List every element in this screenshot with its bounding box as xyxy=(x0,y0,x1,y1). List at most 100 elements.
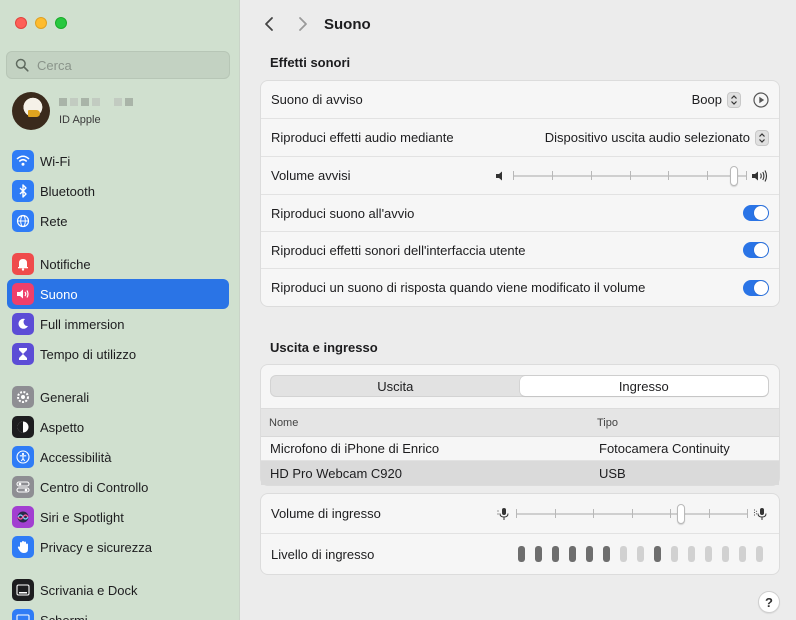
table-row-selected[interactable]: HD Pro Webcam C920 USB xyxy=(261,461,779,485)
play-effects-row: Riproduci effetti audio mediante Disposi… xyxy=(261,119,779,157)
sidebar-item-scrivania-e-dock[interactable]: Scrivania e Dock xyxy=(7,575,229,605)
tab-output[interactable]: Uscita xyxy=(271,376,520,396)
minimize-window-button[interactable] xyxy=(35,17,47,29)
device-name: HD Pro Webcam C920 xyxy=(270,465,402,481)
play-effects-popup[interactable]: Dispositivo uscita audio selezionato xyxy=(545,129,769,146)
sidebar-group: Wi-Fi Bluetooth Rete xyxy=(7,146,229,236)
slider-tick xyxy=(746,170,747,180)
slider-knob[interactable] xyxy=(730,165,738,186)
input-volume-label: Volume di ingresso xyxy=(271,506,381,521)
play-alert-button[interactable] xyxy=(753,91,769,108)
sidebar-item-tempo-di-utilizzo[interactable]: Tempo di utilizzo xyxy=(7,339,229,369)
level-bar xyxy=(705,546,712,562)
sidebar-item-privacy-e-sicurezza[interactable]: Privacy e sicurezza xyxy=(7,532,229,562)
zoom-window-button[interactable] xyxy=(55,17,67,29)
sidebar-item-label: Tempo di utilizzo xyxy=(40,346,137,362)
siri-icon xyxy=(12,506,34,528)
sidebar-item-bluetooth[interactable]: Bluetooth xyxy=(7,176,229,206)
sidebar-item-notifiche[interactable]: Notifiche xyxy=(7,249,229,279)
input-level-meter xyxy=(518,546,763,562)
sidebar-item-label: Wi-Fi xyxy=(40,153,71,169)
section-title-output-input: Uscita e ingresso xyxy=(270,340,378,355)
column-header-name[interactable]: Nome xyxy=(261,417,590,429)
table-header: Nome Tipo xyxy=(261,409,779,437)
level-bar xyxy=(535,546,542,562)
sidebar-item-label: Generali xyxy=(40,389,90,405)
search-input[interactable] xyxy=(37,57,217,73)
sidebar-item-label: Privacy e sicurezza xyxy=(40,539,152,555)
search-field[interactable] xyxy=(6,51,230,79)
input-level-label: Livello di ingresso xyxy=(271,546,375,562)
sound-effects-group: Suono di avviso Boop Riproduci effetti a… xyxy=(260,80,780,307)
sidebar-item-label: Aspetto xyxy=(40,419,85,435)
sidebar-item-schermi[interactable]: Schermi xyxy=(7,605,229,620)
input-volume-slider[interactable] xyxy=(516,503,748,524)
column-header-type[interactable]: Tipo xyxy=(590,417,779,429)
play-circle-icon xyxy=(753,91,769,108)
sidebar-item-suono[interactable]: Suono xyxy=(7,279,229,309)
input-devices-table: Nome Tipo Microfono di iPhone di Enrico … xyxy=(260,408,780,486)
slider-tick xyxy=(555,508,556,518)
level-bar xyxy=(586,546,593,562)
appearance-icon xyxy=(12,416,34,438)
close-window-button[interactable] xyxy=(15,17,27,29)
slider-tick xyxy=(591,170,592,180)
slider-tick xyxy=(707,170,708,180)
level-bar xyxy=(518,546,525,562)
alert-sound-popup[interactable]: Boop xyxy=(692,91,741,108)
slider-tick xyxy=(630,170,631,180)
window-controls xyxy=(15,17,67,29)
sidebar-item-aspetto[interactable]: Aspetto xyxy=(7,412,229,442)
hand-icon xyxy=(12,536,34,558)
updown-chevron-icon xyxy=(727,91,741,108)
startup-sound-label: Riproduci suono all'avvio xyxy=(271,205,415,221)
sidebar-item-wi-fi[interactable]: Wi-Fi xyxy=(7,146,229,176)
startup-sound-toggle[interactable] xyxy=(743,205,769,221)
volume-feedback-label: Riproduci un suono di risposta quando vi… xyxy=(271,280,646,295)
sidebar-item-centro-di-controllo[interactable]: Centro di Controllo xyxy=(7,472,229,502)
sidebar-item-full-immersion[interactable]: Full immersion xyxy=(7,309,229,339)
level-bar xyxy=(756,546,763,562)
level-bar xyxy=(569,546,576,562)
slider-tick xyxy=(747,508,748,518)
device-type: Fotocamera Continuity xyxy=(599,441,730,456)
table-row[interactable]: Microfono di iPhone di Enrico Fotocamera… xyxy=(261,437,779,461)
sidebar-item-accessibilit[interactable]: Accessibilità xyxy=(7,442,229,472)
alert-volume-row: Volume avvisi xyxy=(261,157,779,195)
moon-icon xyxy=(12,313,34,335)
device-name: Microfono di iPhone di Enrico xyxy=(270,441,440,456)
sidebar-group: Generali Aspetto Accessibilità Centro di Co… xyxy=(7,382,229,562)
volume-feedback-toggle[interactable] xyxy=(743,279,769,296)
avatar xyxy=(12,92,50,130)
slider-tick xyxy=(668,170,669,180)
sidebar-item-label: Full immersion xyxy=(40,316,125,332)
mic-low-icon xyxy=(497,507,511,521)
input-levels-group: Volume di ingresso Livello di ingresso xyxy=(260,493,780,575)
slider-tick xyxy=(632,508,633,518)
sidebar-item-siri-e-spotlight[interactable]: Siri e Spotlight xyxy=(7,502,229,532)
speaker-icon xyxy=(12,283,34,305)
section-title-sound-effects: Effetti sonori xyxy=(270,55,351,70)
level-bar xyxy=(671,546,678,562)
back-button[interactable] xyxy=(258,13,280,35)
chevron-left-icon xyxy=(265,17,273,31)
alert-volume-label: Volume avvisi xyxy=(271,168,351,183)
alert-volume-slider[interactable] xyxy=(513,165,747,186)
sidebar-item-label: Centro di Controllo xyxy=(40,479,149,495)
help-button[interactable]: ? xyxy=(758,591,780,613)
forward-button[interactable] xyxy=(292,13,314,35)
sidebar-item-generali[interactable]: Generali xyxy=(7,382,229,412)
ui-sounds-toggle[interactable] xyxy=(743,242,769,258)
sidebar-item-rete[interactable]: Rete xyxy=(7,206,229,236)
slider-knob[interactable] xyxy=(677,503,685,524)
device-type: USB xyxy=(599,465,626,481)
startup-sound-row: Riproduci suono all'avvio xyxy=(261,195,779,232)
bluetooth-icon xyxy=(12,180,34,202)
alert-sound-row: Suono di avviso Boop xyxy=(261,81,779,119)
display-icon xyxy=(12,609,34,620)
tab-input[interactable]: Ingresso xyxy=(519,376,768,396)
slider-tick xyxy=(670,508,671,518)
level-bar xyxy=(654,546,661,562)
level-bar xyxy=(637,546,644,562)
apple-id-account[interactable]: ID Apple xyxy=(12,92,133,130)
